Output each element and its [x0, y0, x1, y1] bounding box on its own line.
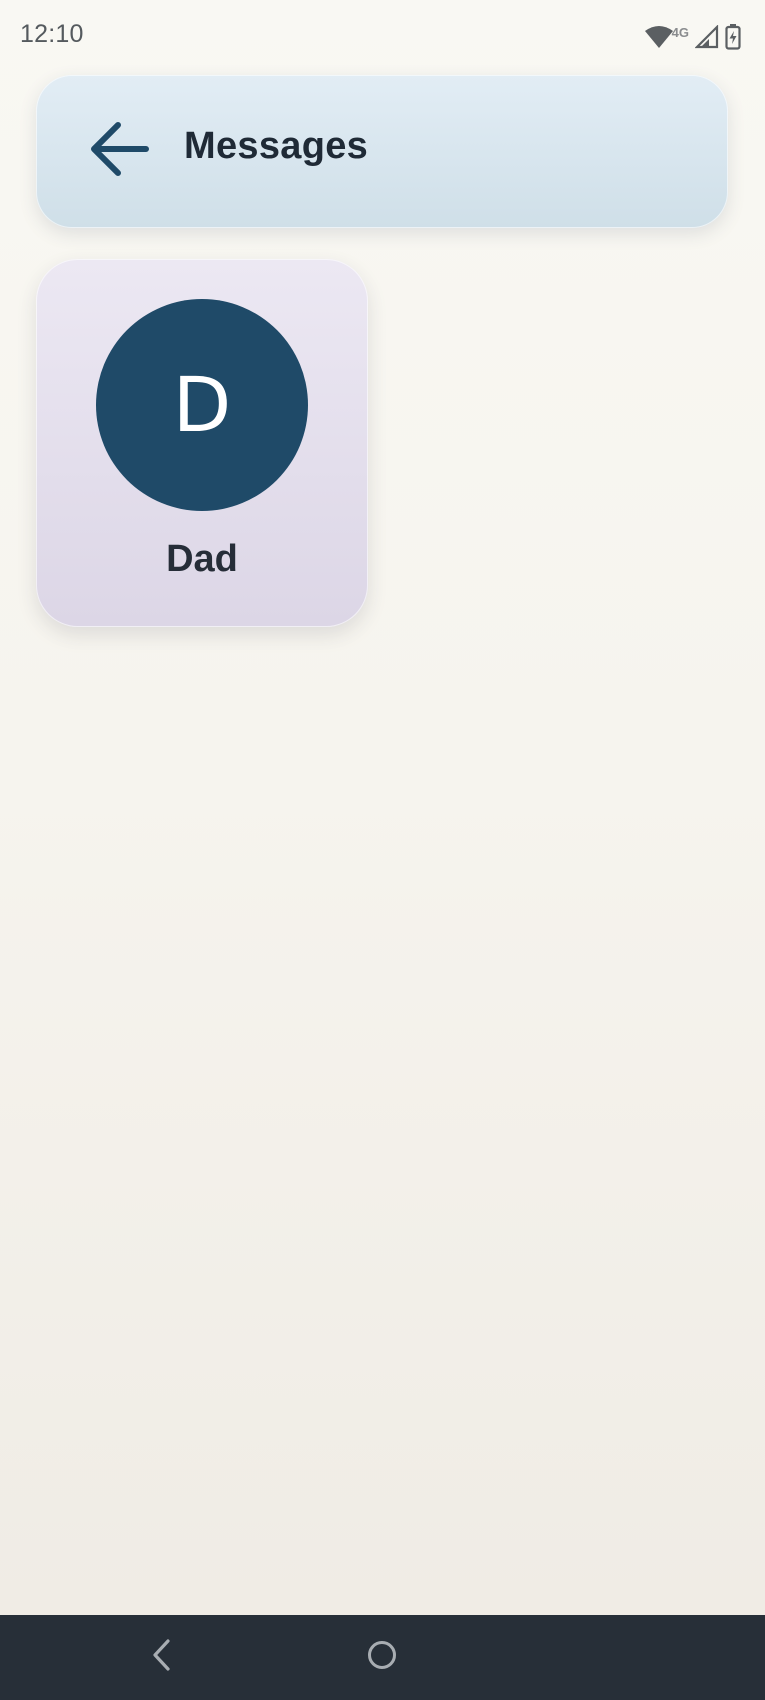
arrow-left-icon: [90, 121, 150, 182]
nav-back-button[interactable]: [140, 1635, 184, 1679]
battery-charging-icon: [725, 24, 741, 50]
contact-tile-dad[interactable]: D Dad: [36, 259, 368, 627]
nav-home-icon: [366, 1639, 398, 1676]
contact-name: Dad: [166, 538, 238, 580]
avatar-initial: D: [172, 360, 232, 449]
nav-back-icon: [150, 1638, 174, 1677]
navigation-bar: [0, 1615, 765, 1700]
status-time: 12:10: [20, 20, 84, 48]
avatar: D: [96, 299, 308, 511]
nav-home-button[interactable]: [360, 1635, 404, 1679]
status-bar: 12:10 4G: [0, 0, 765, 72]
status-icons: 4G: [644, 22, 741, 52]
network-type-label: 4G: [671, 24, 689, 40]
wifi-icon: [644, 25, 674, 49]
header-card: Messages: [36, 75, 728, 228]
back-button[interactable]: [82, 113, 158, 189]
page-title: Messages: [184, 125, 369, 167]
cellular-signal-icon: [695, 25, 719, 49]
